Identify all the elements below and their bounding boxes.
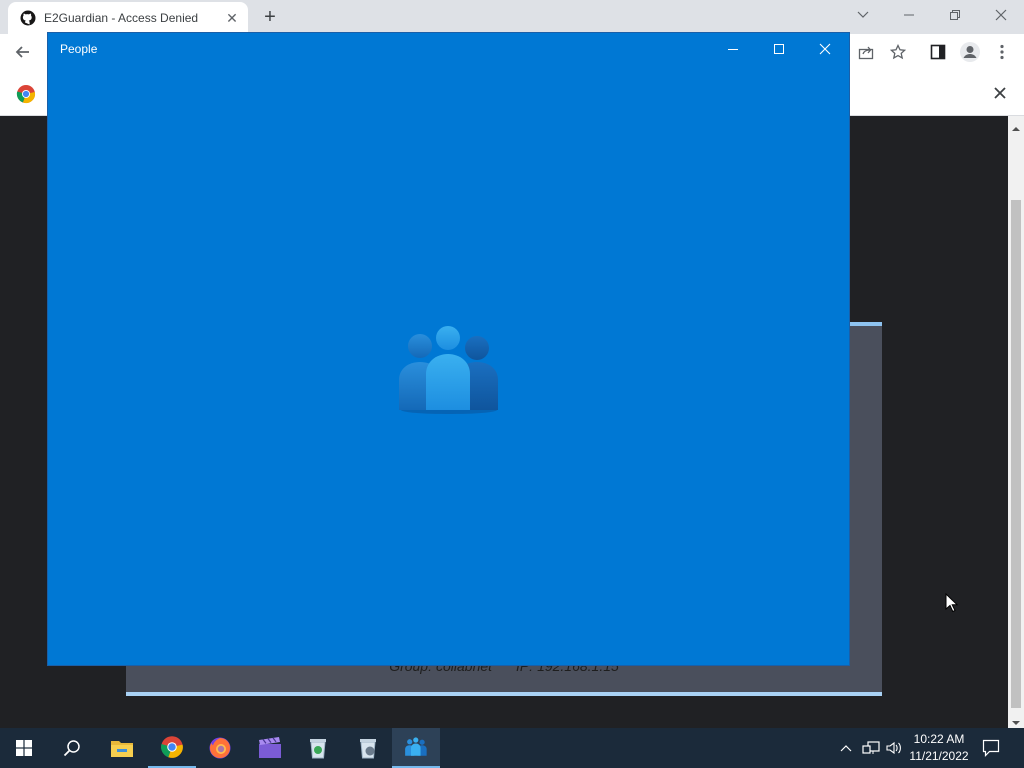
scroll-down-arrow-icon[interactable] — [1011, 714, 1021, 725]
chrome-taskbar-icon[interactable] — [148, 728, 196, 768]
start-windows-icon[interactable] — [0, 728, 48, 768]
file-explorer-icon[interactable] — [98, 728, 146, 768]
scrollbar-thumb[interactable] — [1011, 200, 1021, 708]
notifications-icon[interactable] — [982, 739, 1000, 757]
clapperboard-app-icon[interactable] — [246, 728, 294, 768]
people-maximize-button[interactable] — [756, 36, 802, 62]
browser-close-button[interactable] — [978, 0, 1024, 30]
search-icon[interactable] — [48, 728, 96, 768]
mouse-cursor-icon — [945, 592, 959, 613]
side-panel-icon[interactable] — [924, 38, 952, 66]
chrome-logo-icon — [16, 84, 36, 104]
clock-date: 11/21/2022 — [909, 749, 969, 763]
new-tab-button[interactable]: + — [258, 6, 282, 28]
people-window-title: People — [60, 42, 98, 56]
browser-minimize-button[interactable] — [886, 0, 932, 30]
tab-title: E2Guardian - Access Denied — [44, 11, 199, 25]
browser-tab[interactable]: E2Guardian - Access Denied ✕ — [8, 2, 248, 34]
people-close-button[interactable] — [802, 36, 848, 62]
people-minimize-button[interactable] — [710, 36, 756, 62]
browser-restore-button[interactable] — [932, 0, 978, 30]
recycle-bin-alt-icon[interactable] — [344, 728, 392, 768]
people-taskbar-icon[interactable] — [392, 728, 440, 768]
github-icon — [20, 10, 36, 26]
kebab-menu-icon[interactable] — [988, 38, 1016, 66]
profile-avatar-icon[interactable] — [956, 38, 984, 66]
clock-time: 10:22 AM — [913, 732, 965, 746]
tab-close-icon[interactable]: ✕ — [222, 8, 242, 28]
tray-chevron-up-icon[interactable] — [838, 740, 854, 756]
bookmark-star-icon[interactable] — [884, 38, 912, 66]
network-icon[interactable] — [862, 740, 880, 756]
recycle-bin-icon[interactable] — [294, 728, 342, 768]
infobar-close-icon[interactable] — [986, 79, 1014, 107]
share-icon[interactable] — [852, 38, 880, 66]
back-arrow-icon[interactable] — [8, 38, 36, 66]
people-logo-icon — [396, 324, 502, 416]
firefox-icon[interactable] — [196, 728, 244, 768]
scroll-up-arrow-icon[interactable] — [1011, 120, 1021, 131]
system-clock[interactable]: 10:22 AM 11/21/2022 — [900, 731, 978, 765]
tab-search-icon[interactable] — [840, 0, 886, 30]
